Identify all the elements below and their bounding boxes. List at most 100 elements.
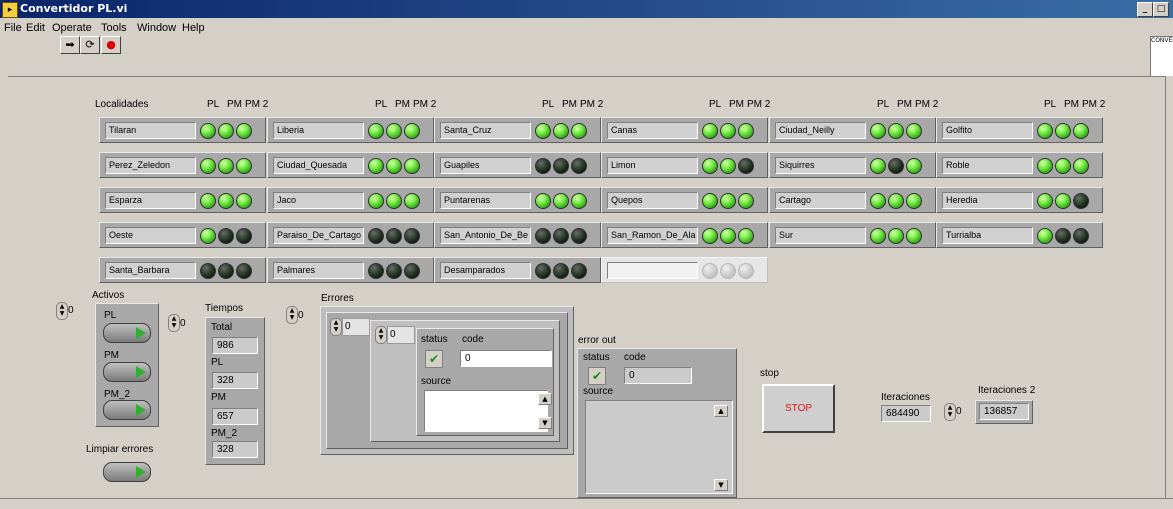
activos-index-spinner[interactable]: ▲ ▼ — [56, 302, 68, 320]
pl-led-icon — [200, 193, 216, 209]
iteraciones-value: 684490 — [881, 405, 931, 422]
location-name: Desamparados — [440, 262, 531, 279]
menu-bar: File Edit Operate Tools Window Help — [0, 18, 1173, 50]
minimize-button[interactable]: _ — [1137, 2, 1153, 17]
iteraciones2-index[interactable]: 0 — [956, 406, 962, 417]
run-button[interactable]: ➡ — [60, 36, 80, 54]
pl-led-icon — [870, 123, 886, 139]
header-pm2-2: PM 2 — [580, 99, 604, 110]
errores-mid-spinner[interactable]: ▲ ▼ — [330, 318, 342, 336]
location-name: San_Antonio_De_Be — [440, 227, 531, 244]
header-pm-5: PM — [1064, 99, 1079, 110]
pl-led-icon — [200, 158, 216, 174]
menu-help[interactable]: Help — [182, 22, 205, 34]
header-pm2-0: PM 2 — [245, 99, 269, 110]
run-continuously-button[interactable]: ⟳ — [80, 36, 100, 54]
location-name: Sur — [775, 227, 866, 244]
scroll-down-icon[interactable]: ▼ — [538, 417, 552, 429]
pl-led-icon — [702, 228, 718, 244]
labview-logo: CONVERT — [1150, 36, 1173, 78]
menu-edit[interactable]: Edit — [26, 22, 45, 34]
errores-outer-spinner[interactable]: ▲ ▼ — [286, 306, 298, 324]
pl-led-icon — [368, 123, 384, 139]
limpiar-errores-label: Limpiar errores — [86, 444, 154, 455]
iteraciones2-value: 136857 — [979, 403, 1029, 420]
pl-led-icon — [200, 263, 216, 279]
error-code-field[interactable]: 0 — [460, 350, 552, 367]
location-cluster: Guapiles — [434, 152, 601, 178]
location-name: Puntarenas — [440, 192, 531, 209]
location-cluster: Esparza — [99, 187, 266, 213]
labview-vi-icon: ▸ — [2, 2, 18, 18]
location-cluster: Ciudad_Neilly — [769, 117, 936, 143]
pm2-led-icon — [906, 228, 922, 244]
pm2-led-icon — [236, 193, 252, 209]
horizontal-scrollbar[interactable] — [0, 498, 1173, 509]
pm-led-icon — [553, 228, 569, 244]
pm-led-icon — [1055, 158, 1071, 174]
header-pm2-1: PM 2 — [413, 99, 437, 110]
limpiar-errores-button[interactable] — [103, 462, 151, 482]
pm2-led-icon — [738, 123, 754, 139]
location-name: Jaco — [273, 192, 364, 209]
iteraciones-label: Iteraciones — [881, 392, 930, 403]
errores-outer-index[interactable]: 0 — [298, 310, 304, 321]
menu-window[interactable]: Window — [137, 22, 176, 34]
location-cluster: Siquirres — [769, 152, 936, 178]
location-name: Limon — [607, 157, 698, 174]
errores-inner-index[interactable]: 0 — [387, 326, 415, 344]
location-name: Cartago — [775, 192, 866, 209]
pm2-led-icon — [236, 228, 252, 244]
pm2-led-icon — [571, 158, 587, 174]
menu-tools[interactable]: Tools — [101, 22, 127, 34]
pm2-led-icon — [404, 263, 420, 279]
location-cluster: Palmares — [267, 257, 434, 283]
menu-operate[interactable]: Operate — [52, 22, 92, 34]
location-cluster — [601, 257, 768, 283]
activos-pl-toggle[interactable] — [103, 323, 151, 343]
location-cluster: Ciudad_Quesada — [267, 152, 434, 178]
header-pl-3: PL — [709, 99, 722, 110]
abort-button[interactable]: ● — [101, 36, 121, 54]
location-name: Ciudad_Neilly — [775, 122, 866, 139]
check-icon[interactable]: ✔ — [425, 350, 443, 368]
location-name: Heredia — [942, 192, 1033, 209]
activos-pm2-label: PM_2 — [104, 389, 131, 400]
location-name: Tilaran — [105, 122, 196, 139]
maximize-button[interactable]: □ — [1153, 2, 1169, 17]
errores-inner-spinner[interactable]: ▲ ▼ — [375, 326, 387, 344]
scroll-up-icon[interactable]: ▲ — [714, 405, 728, 417]
activos-index[interactable]: 0 — [68, 305, 74, 316]
check-icon: ✔ — [588, 367, 606, 385]
location-cluster: Liberia — [267, 117, 434, 143]
header-pl-2: PL — [542, 99, 555, 110]
pl-led-icon — [870, 193, 886, 209]
error-out-source-field — [585, 400, 733, 494]
iteraciones2-spinner[interactable]: ▲ ▼ — [944, 403, 956, 421]
menu-file[interactable]: File — [4, 22, 22, 34]
stop-button[interactable]: STOP — [762, 384, 835, 433]
activos-pm-toggle[interactable] — [103, 362, 151, 382]
tiempos-pl-value: 328 — [212, 372, 258, 389]
pm-led-icon — [888, 123, 904, 139]
pm-led-icon — [888, 193, 904, 209]
pl-led-icon — [702, 158, 718, 174]
scroll-up-icon[interactable]: ▲ — [538, 393, 552, 405]
location-cluster: Perez_Zeledon — [99, 152, 266, 178]
error-source-label: source — [421, 376, 452, 387]
pl-led-icon — [368, 263, 384, 279]
pm-led-icon — [720, 263, 736, 279]
tiempos-index[interactable]: 0 — [180, 318, 186, 329]
pl-led-icon — [535, 263, 551, 279]
error-source-field[interactable] — [424, 390, 548, 432]
errores-mid-index[interactable]: 0 — [342, 318, 370, 336]
activos-pm2-toggle[interactable] — [103, 400, 151, 420]
pl-led-icon — [702, 193, 718, 209]
vertical-scrollbar[interactable] — [1165, 76, 1173, 498]
tiempos-total-label: Total — [211, 322, 233, 333]
error-out-code-field: 0 — [624, 367, 692, 384]
header-pm2-5: PM 2 — [1082, 99, 1106, 110]
tiempos-index-spinner[interactable]: ▲ ▼ — [168, 314, 180, 332]
header-pl-5: PL — [1044, 99, 1057, 110]
scroll-down-icon[interactable]: ▼ — [714, 479, 728, 491]
